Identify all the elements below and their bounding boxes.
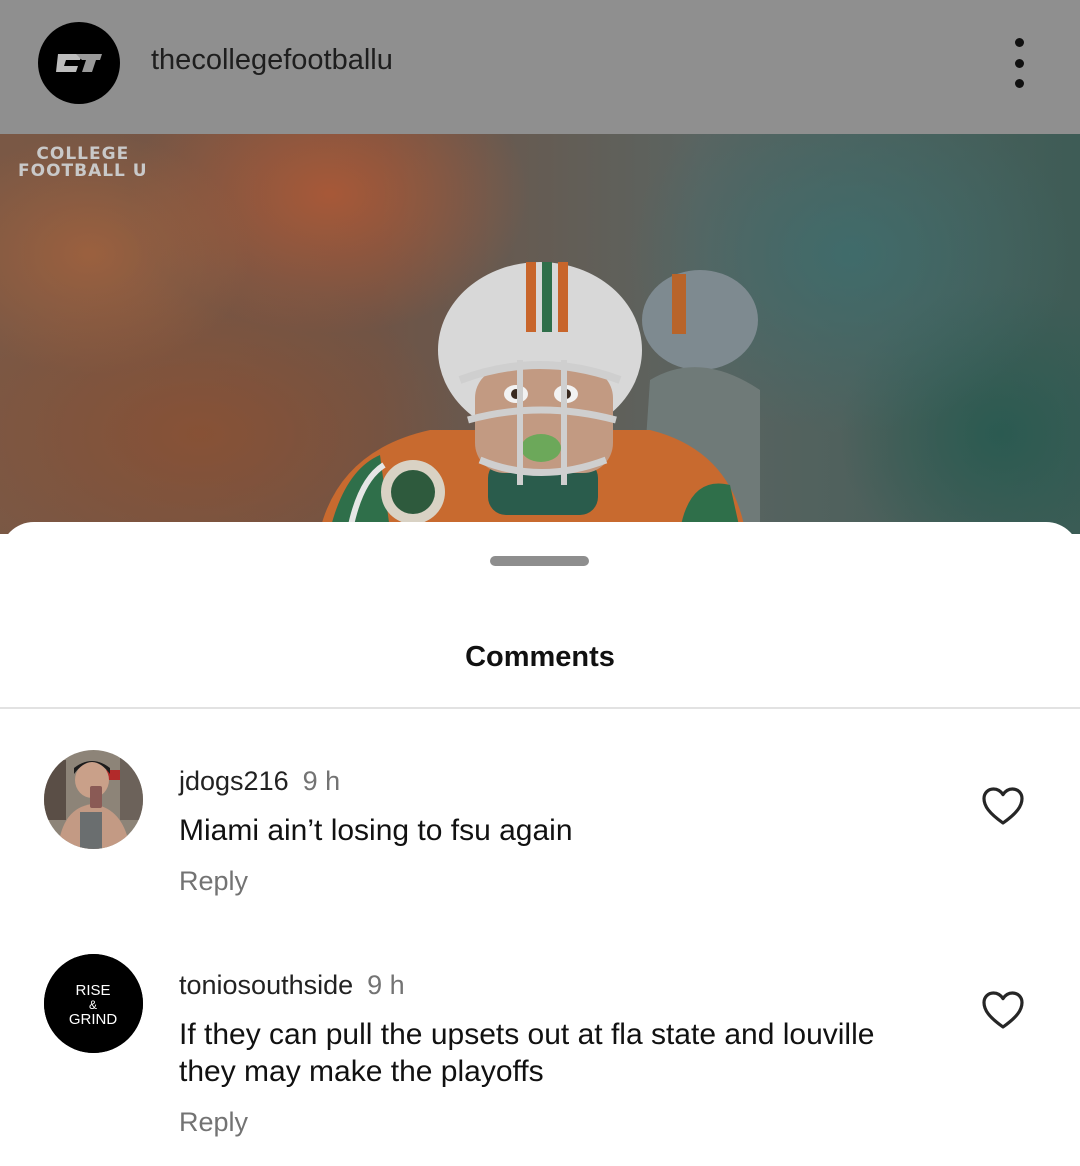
post-header: thecollegefootballu xyxy=(0,0,1080,134)
comment-username-text[interactable]: jdogs216 xyxy=(179,766,289,796)
comment-time: 9 h xyxy=(367,970,405,1000)
avatar-text-line-3: GRIND xyxy=(69,1011,118,1028)
like-heart-icon[interactable] xyxy=(981,990,1025,1030)
reply-button[interactable]: Reply xyxy=(179,1107,248,1138)
account-avatar[interactable] xyxy=(38,22,120,104)
comment-text: If they can pull the upsets out at fla s… xyxy=(179,1018,875,1088)
more-options-icon[interactable] xyxy=(1006,38,1032,88)
watermark-line-2: FOOTBALL U xyxy=(18,161,148,181)
comment-time: 9 h xyxy=(302,766,341,796)
divider xyxy=(0,707,1080,709)
avatar[interactable]: RISE & GRIND xyxy=(44,954,143,1053)
comment-username[interactable]: toniosouthside 9 h xyxy=(179,970,405,1001)
user-photo-avatar xyxy=(44,750,143,849)
rise-grind-avatar: RISE & GRIND xyxy=(44,954,143,1053)
football-player-photo xyxy=(320,262,760,530)
watermark: COLLEGE FOOTBALL U xyxy=(18,146,148,180)
comments-sheet: Comments jdogs216 9 h Miami ain’t losing … xyxy=(0,522,1080,1166)
avatar-text-line-1: RISE xyxy=(75,982,110,999)
account-username[interactable]: thecollegefootballu xyxy=(151,44,393,77)
comment-username-text[interactable]: toniosouthside xyxy=(179,970,353,1000)
cfu-logo-icon xyxy=(56,54,102,72)
sheet-drag-handle[interactable] xyxy=(490,556,589,566)
post-image: COLLEGE FOOTBALL U xyxy=(0,134,1080,534)
avatar-text-line-2: & xyxy=(89,998,97,1012)
comment-text: Miami ain’t losing to fsu again xyxy=(179,814,573,847)
like-heart-icon[interactable] xyxy=(981,786,1025,826)
reply-button[interactable]: Reply xyxy=(179,866,248,897)
comment-username[interactable]: jdogs216 9 h xyxy=(179,766,340,797)
avatar[interactable] xyxy=(44,750,143,849)
sheet-title: Comments xyxy=(465,641,615,673)
